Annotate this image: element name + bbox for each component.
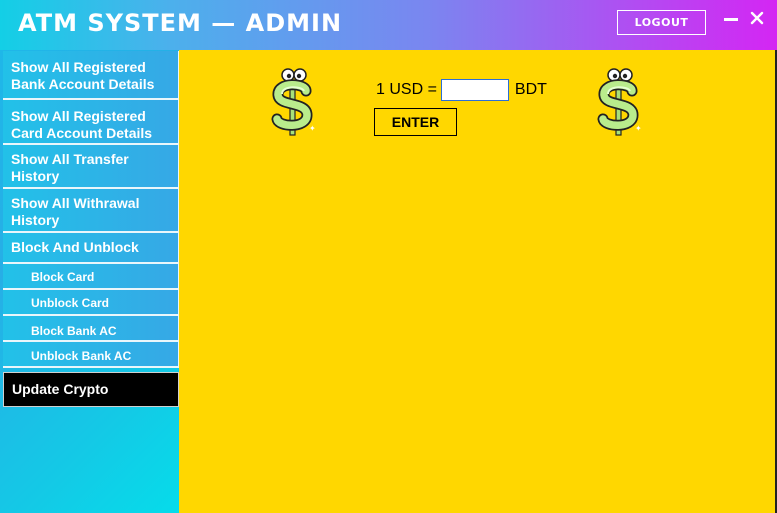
sidebar-item-unblock-card[interactable]: Unblock Card	[3, 290, 179, 316]
enter-button[interactable]: ENTER	[374, 108, 457, 136]
close-icon[interactable]	[748, 8, 766, 28]
logout-button[interactable]: LOGOUT	[617, 10, 706, 35]
sidebar-item-transfer-history[interactable]: Show All Transfer History	[3, 145, 179, 189]
dollar-sign-character-icon: ✦	[271, 68, 315, 136]
sidebar-item-unblock-bank-ac[interactable]: Unblock Bank AC	[3, 342, 179, 368]
sidebar-item-withdrawal-history[interactable]: Show All Withrawal History	[3, 189, 179, 233]
rate-suffix-label: BDT	[514, 81, 547, 98]
update-crypto-panel: ✦ 1 USD = BDT ENTER ✦	[179, 50, 777, 513]
sidebar-item-bank-accounts[interactable]: Show All Registered Bank Account Details	[3, 51, 179, 100]
dollar-sign-character-icon: ✦	[597, 68, 641, 136]
svg-text:✦: ✦	[635, 124, 641, 133]
title-bar[interactable]: ATM SYSTEM — ADMIN LOGOUT	[0, 0, 777, 50]
sidebar-item-block-bank-ac[interactable]: Block Bank AC	[3, 316, 179, 342]
app-title: ATM SYSTEM — ADMIN	[18, 9, 343, 37]
sidebar-item-card-accounts[interactable]: Show All Registered Card Account Details	[3, 100, 179, 145]
sidebar-item-update-crypto[interactable]: Update Crypto	[3, 372, 179, 407]
svg-text:✦: ✦	[309, 124, 315, 133]
sidebar-item-block-card[interactable]: Block Card	[3, 264, 179, 290]
bdt-rate-input[interactable]	[440, 79, 509, 101]
atm-admin-window: ATM SYSTEM — ADMIN LOGOUT Show All Regis…	[0, 0, 777, 513]
sidebar-item-block-unblock[interactable]: Block And Unblock	[3, 233, 179, 264]
sidebar: Show All Registered Bank Account Details…	[0, 50, 179, 513]
minimize-icon[interactable]	[722, 8, 740, 28]
exchange-rate-row: 1 USD = BDT	[376, 79, 547, 101]
rate-prefix-label: 1 USD =	[376, 81, 437, 98]
